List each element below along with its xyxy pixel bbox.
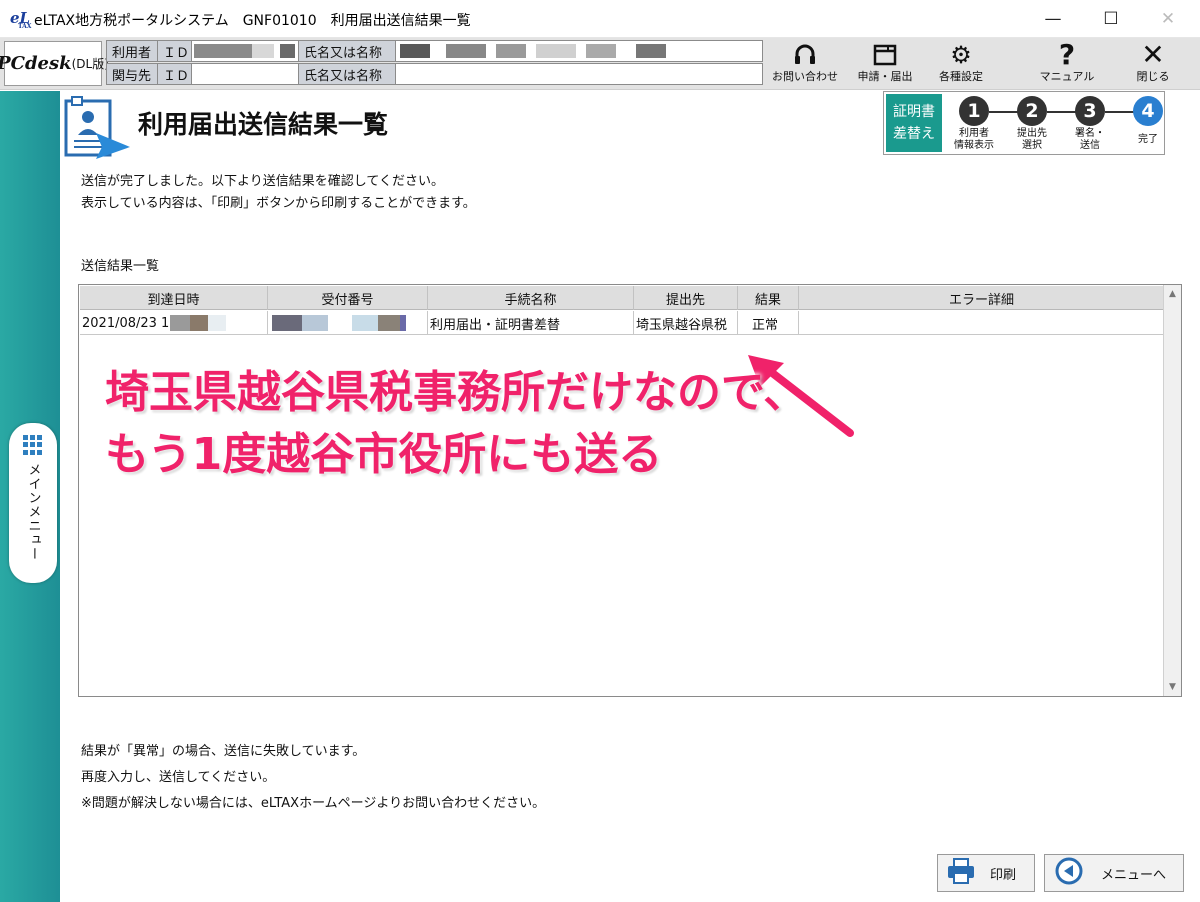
list-label: 送信結果一覧 <box>81 259 160 274</box>
cell-date: 2021/08/23 1 <box>80 311 268 335</box>
settings-button[interactable]: ⚙ 各種設定 <box>922 42 1000 88</box>
table-header: 到達日時 受付番号 手続名称 提出先 結果 エラー詳細 <box>80 286 1164 310</box>
left-sidebar: メインメニュー <box>0 91 60 902</box>
step-2: 2 提出先 選択 <box>1002 96 1062 152</box>
step-4: 4 完了 <box>1118 96 1178 146</box>
cell-receipt <box>268 311 428 335</box>
application-button[interactable]: 申請・届出 <box>846 42 924 88</box>
close-icon: ✕ <box>1141 38 1165 71</box>
inquiry-button[interactable]: お問い合わせ <box>766 42 844 88</box>
settings-label: 各種設定 <box>939 70 983 83</box>
step-label: 提出先 <box>1017 128 1047 139</box>
header-bar: PCdesk (DL版) 利用者 ＩＤ 氏名又は名称 関与先 ＩＤ 氏名又は名称 … <box>0 38 1200 90</box>
window-icon <box>872 42 898 68</box>
cell-procedure: 利用届出・証明書差替 <box>428 311 634 335</box>
menu-button[interactable]: メニューへ <box>1044 854 1184 892</box>
step-label: 情報表示 <box>954 140 994 151</box>
user-name-label: 氏名又は名称 <box>298 40 396 62</box>
grid-icon <box>23 435 43 455</box>
cell-result: 正常 <box>738 311 799 335</box>
eltax-logo: eL TAX <box>10 9 32 30</box>
progress-steps: 証明書 差替え 1 利用者 情報表示 2 提出先 選択 3 署名・ 送信 4 完… <box>883 91 1165 155</box>
cell-error <box>799 311 1164 335</box>
step-number: 4 <box>1133 96 1163 126</box>
step-1: 1 利用者 情報表示 <box>944 96 1004 152</box>
application-label: 申請・届出 <box>857 70 913 83</box>
close-app-label: 閉じる <box>1136 70 1170 83</box>
vertical-scrollbar[interactable]: ▲ ▼ <box>1163 285 1181 696</box>
note-line-3: ※問題が解決しない場合には、eLTAXホームページよりお問い合わせください。 <box>81 796 546 811</box>
document-send-icon <box>62 95 132 159</box>
step-3: 3 署名・ 送信 <box>1060 96 1120 152</box>
main-menu-label: メインメニュー <box>25 463 41 561</box>
gear-icon: ⚙ <box>950 41 972 69</box>
involved-name-value <box>395 63 763 85</box>
window-title: eLTAX地方税ポータルシステム GNF01010 利用届出送信結果一覧 <box>34 13 471 29</box>
cert-replace-line2: 差替え <box>893 126 935 142</box>
table-row[interactable]: 2021/08/23 1 利用届出・証明書差替 埼玉県越谷県税 正常 <box>80 311 1164 335</box>
manual-button[interactable]: ? マニュアル <box>1028 38 1106 88</box>
product-sub: (DL版) <box>71 57 109 71</box>
annotation-text: 埼玉県越谷県税事務所だけなので、 もう1度越谷市役所にも送る <box>105 362 1065 486</box>
annotation-line-1: 埼玉県越谷県税事務所だけなので、 <box>105 367 808 418</box>
headset-icon <box>792 42 818 68</box>
window-close-button[interactable]: ✕ <box>1140 0 1196 38</box>
intro-line-1: 送信が完了しました。以下より送信結果を確認してください。 <box>81 174 444 189</box>
print-label: 印刷 <box>990 867 1017 883</box>
step-label: 利用者 <box>959 128 989 139</box>
results-table: 到達日時 受付番号 手続名称 提出先 結果 エラー詳細 2021/08/23 1 <box>78 284 1182 697</box>
note-line-2: 再度入力し、送信してください。 <box>81 770 276 785</box>
step-label: 署名・ <box>1075 128 1105 139</box>
involved-id-label: ＩＤ <box>157 63 192 85</box>
back-circle-icon <box>1055 857 1083 889</box>
step-label: 完了 <box>1138 134 1158 145</box>
column-header[interactable]: 手続名称 <box>428 286 634 310</box>
user-label: 利用者 <box>106 40 158 62</box>
menu-label: メニューへ <box>1101 867 1167 883</box>
step-label: 送信 <box>1080 140 1100 151</box>
user-id-value <box>191 40 299 62</box>
scroll-up-arrow[interactable]: ▲ <box>1164 285 1181 303</box>
maximize-button[interactable]: ☐ <box>1083 0 1139 38</box>
involved-label: 関与先 <box>106 63 158 85</box>
cell-destination: 埼玉県越谷県税 <box>634 311 738 335</box>
step-number: 1 <box>959 96 989 126</box>
user-name-value <box>395 40 763 62</box>
inquiry-label: お問い合わせ <box>772 70 838 83</box>
minimize-button[interactable]: — <box>1025 0 1081 38</box>
question-icon: ? <box>1058 38 1076 71</box>
column-header[interactable]: エラー詳細 <box>799 286 1164 310</box>
step-number: 3 <box>1075 96 1105 126</box>
annotation-line-2: もう1度越谷市役所にも送る <box>105 429 663 480</box>
printer-icon <box>946 857 976 889</box>
column-header[interactable]: 受付番号 <box>268 286 428 310</box>
manual-label: マニュアル <box>1039 70 1095 83</box>
involved-name-label: 氏名又は名称 <box>298 63 396 85</box>
main-menu-tab[interactable]: メインメニュー <box>9 423 57 583</box>
title-bar: eL TAX eLTAX地方税ポータルシステム GNF01010 利用届出送信結果… <box>0 0 1200 38</box>
pcdesk-logo: PCdesk (DL版) <box>0 41 109 86</box>
user-info-grid: 利用者 ＩＤ 氏名又は名称 関与先 ＩＤ 氏名又は名称 <box>106 40 764 86</box>
close-app-button[interactable]: ✕ 閉じる <box>1114 38 1192 88</box>
note-line-1: 結果が「異常」の場合、送信に失敗しています。 <box>81 744 366 759</box>
column-header[interactable]: 到達日時 <box>80 286 268 310</box>
step-label: 選択 <box>1022 140 1042 151</box>
intro-line-2: 表示している内容は、「印刷」ボタンから印刷することができます。 <box>81 196 476 211</box>
cert-replace-line1: 証明書 <box>893 104 935 120</box>
cell-date-text: 2021/08/23 1 <box>82 315 170 331</box>
column-header[interactable]: 提出先 <box>634 286 738 310</box>
scroll-down-arrow[interactable]: ▼ <box>1164 678 1181 696</box>
logo-subtext: TAX <box>18 23 32 30</box>
user-id-label: ＩＤ <box>157 40 192 62</box>
step-number: 2 <box>1017 96 1047 126</box>
page-title: 利用届出送信結果一覧 <box>138 110 389 139</box>
product-name: PCdesk <box>0 53 72 74</box>
print-button[interactable]: 印刷 <box>937 854 1035 892</box>
involved-id-value <box>191 63 299 85</box>
column-header[interactable]: 結果 <box>738 286 799 310</box>
main-content: 利用届出送信結果一覧 証明書 差替え 1 利用者 情報表示 2 提出先 選択 3… <box>60 91 1200 902</box>
cert-replace-button[interactable]: 証明書 差替え <box>886 94 942 152</box>
